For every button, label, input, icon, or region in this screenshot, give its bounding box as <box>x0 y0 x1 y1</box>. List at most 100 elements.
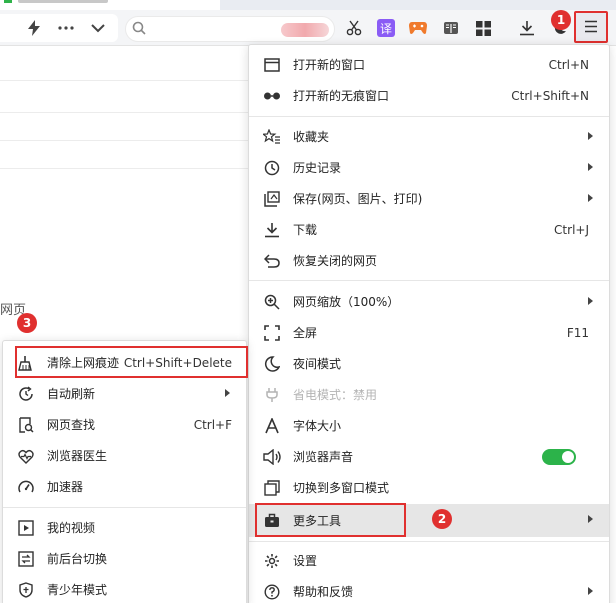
tab-favicon <box>4 0 12 3</box>
submenu-arrow-icon <box>588 163 593 171</box>
download-icon[interactable] <box>513 14 541 42</box>
page-divider <box>0 112 248 113</box>
menu-separator <box>3 507 246 508</box>
font-size-icon <box>263 417 281 435</box>
chevron-down-icon[interactable] <box>84 14 112 42</box>
menu-item-favorites[interactable]: 收藏夹 <box>249 121 609 152</box>
apps-icon[interactable] <box>469 14 497 42</box>
doctor-icon <box>17 447 35 465</box>
menu-item-shortcut: Ctrl+N <box>548 57 589 72</box>
plug-icon <box>263 386 281 404</box>
menu-item-settings[interactable]: 设置 <box>249 545 609 576</box>
menu-item-label: 网页缩放（100%） <box>293 295 400 309</box>
menu-item-label: 收藏夹 <box>293 130 330 144</box>
translate-glyph: 译 <box>377 19 395 37</box>
translate-icon[interactable]: 译 <box>372 14 400 42</box>
menu-item-shortcut: F11 <box>566 325 589 340</box>
menu-separator <box>249 280 609 281</box>
search-icon <box>132 21 146 35</box>
submenu-arrow-icon <box>588 297 593 305</box>
save-icon <box>263 190 281 208</box>
reader-icon[interactable] <box>437 14 465 42</box>
submenu-arrow-icon <box>225 389 230 397</box>
active-tab[interactable] <box>0 0 220 10</box>
menu-item-label: 下载 <box>293 223 318 237</box>
menu-item-label: 历史记录 <box>293 161 342 175</box>
menu-item-history[interactable]: 历史记录 <box>249 152 609 183</box>
submenu-item-foreground-background-switch[interactable]: 前后台切换 <box>3 543 246 574</box>
step-badge-2: 2 <box>432 509 452 529</box>
menu-item-save[interactable]: 保存(网页、图片、打印) <box>249 183 609 214</box>
lightning-icon[interactable] <box>20 14 48 42</box>
menu-item-label: 浏览器医生 <box>47 449 108 463</box>
find-icon <box>17 416 35 434</box>
menu-item-restore-closed[interactable]: 恢复关闭的网页 <box>249 245 609 276</box>
more-tools-submenu: 清除上网痕迹 Ctrl+Shift+Delete 自动刷新 网页查找 Ctrl+… <box>2 340 247 603</box>
menu-item-label: 保存(网页、图片、打印) <box>293 192 423 206</box>
menu-item-label: 恢复关闭的网页 <box>293 254 378 268</box>
menu-item-downloads[interactable]: 下载 Ctrl+J <box>249 214 609 245</box>
page-divider <box>0 140 248 141</box>
fullscreen-icon <box>263 324 281 342</box>
submenu-item-accelerator[interactable]: 加速器 <box>3 471 246 502</box>
menu-item-shortcut: Ctrl+Shift+N <box>511 88 589 103</box>
menu-item-label: 全屏 <box>293 326 318 340</box>
menu-item-zoom[interactable]: 网页缩放（100%） <box>249 286 609 317</box>
more-tools-highlight <box>255 503 406 537</box>
submenu-arrow-icon <box>588 132 593 140</box>
menu-item-help[interactable]: 帮助和反馈 <box>249 576 609 603</box>
menu-item-new-window[interactable]: 打开新的窗口 Ctrl+N <box>249 49 609 80</box>
clear-data-highlight <box>15 346 248 378</box>
redacted-url <box>281 23 329 37</box>
window-icon <box>263 56 281 74</box>
menu-item-multi-window[interactable]: 切换到多窗口模式 <box>249 472 609 503</box>
menu-item-new-incognito-window[interactable]: 打开新的无痕窗口 Ctrl+Shift+N <box>249 80 609 111</box>
submenu-item-auto-refresh[interactable]: 自动刷新 <box>3 378 246 409</box>
video-icon <box>17 519 35 537</box>
submenu-arrow-icon <box>588 515 593 523</box>
menu-item-shortcut: Ctrl+J <box>554 222 589 237</box>
submenu-item-find-in-page[interactable]: 网页查找 Ctrl+F <box>3 409 246 440</box>
menu-item-power-saver: 省电模式：禁用 <box>249 379 609 410</box>
main-menu-button[interactable] <box>574 11 608 43</box>
speaker-icon <box>263 448 281 466</box>
switch-icon <box>17 550 35 568</box>
submenu-arrow-icon <box>588 194 593 202</box>
step-badge-1: 1 <box>551 10 571 30</box>
menu-item-browser-sound[interactable]: 浏览器声音 <box>249 441 609 472</box>
more-icon[interactable] <box>52 14 80 42</box>
menu-item-fullscreen[interactable]: 全屏 F11 <box>249 317 609 348</box>
menu-item-night-mode[interactable]: 夜间模式 <box>249 348 609 379</box>
menu-item-font-size[interactable]: 字体大小 <box>249 410 609 441</box>
moon-icon <box>263 355 281 373</box>
multi-window-icon <box>263 479 281 497</box>
undo-icon <box>263 252 281 270</box>
step-badge-3: 3 <box>17 313 37 333</box>
menu-item-label: 自动刷新 <box>47 387 96 401</box>
download-icon <box>263 221 281 239</box>
menu-item-label: 网页查找 <box>47 418 96 432</box>
submenu-item-browser-doctor[interactable]: 浏览器医生 <box>3 440 246 471</box>
gear-icon <box>263 552 281 570</box>
refresh-clock-icon <box>17 385 35 403</box>
menu-item-label: 浏览器声音 <box>293 450 354 464</box>
submenu-item-my-videos[interactable]: 我的视频 <box>3 512 246 543</box>
address-bar[interactable] <box>125 16 335 42</box>
menu-item-label: 省电模式：禁用 <box>293 388 378 402</box>
browser-sound-toggle[interactable] <box>542 449 576 465</box>
shield-icon <box>17 581 35 599</box>
menu-item-label: 夜间模式 <box>293 357 342 371</box>
submenu-item-teen-mode[interactable]: 青少年模式 <box>3 574 246 603</box>
menu-item-label: 打开新的窗口 <box>293 58 366 72</box>
scissors-icon[interactable] <box>340 14 368 42</box>
page-divider <box>0 168 248 169</box>
menu-item-label: 我的视频 <box>47 521 96 535</box>
game-icon[interactable] <box>404 14 432 42</box>
menu-item-label: 加速器 <box>47 480 84 494</box>
menu-icon <box>584 20 598 33</box>
submenu-arrow-icon <box>588 587 593 595</box>
menu-item-label: 前后台切换 <box>47 552 108 566</box>
menu-separator <box>249 116 609 117</box>
tab-title-edge <box>18 0 108 3</box>
menu-item-label: 切换到多窗口模式 <box>293 481 390 495</box>
